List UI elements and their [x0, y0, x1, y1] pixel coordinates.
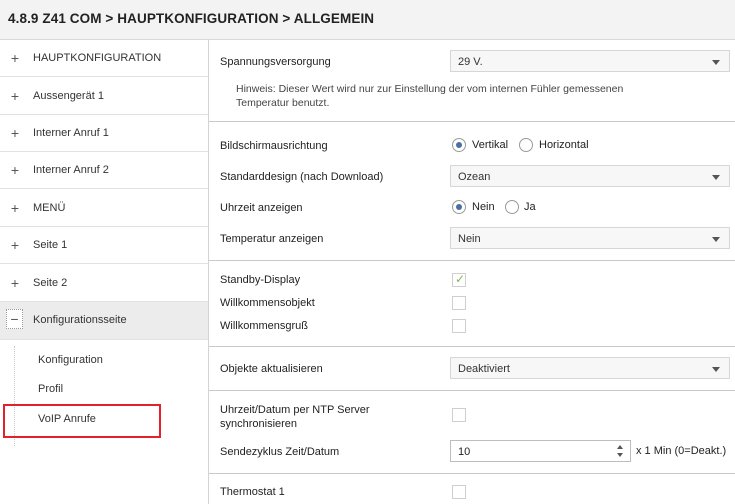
sendezyklus-stepper[interactable]: 10: [450, 440, 631, 462]
ausrichtung-label: Bildschirmausrichtung: [220, 140, 328, 152]
standby-label: Standby-Display: [220, 274, 301, 286]
sidebar-item-label: Seite 2: [33, 277, 68, 289]
title-bar: 4.8.9 Z41 COM > HAUPTKONFIGURATION > ALL…: [0, 0, 735, 40]
uhrzeit-radio-group: Nein Ja: [452, 200, 572, 216]
sidebar-item-konfigurationsseite[interactable]: − Konfigurationsseite: [0, 302, 208, 340]
sidebar-subitem-konfiguration[interactable]: Konfiguration: [38, 354, 103, 366]
sidebar-item-label: Konfigurationsseite: [33, 314, 127, 326]
ntp-checkbox[interactable]: [452, 408, 466, 422]
spannung-select[interactable]: 29 V.: [450, 50, 730, 72]
thermostat-label: Thermostat 1: [220, 486, 285, 498]
thermostat-checkbox[interactable]: [452, 485, 466, 499]
expand-icon[interactable]: +: [9, 88, 21, 104]
design-label: Standarddesign (nach Download): [220, 171, 384, 183]
expand-icon[interactable]: +: [9, 237, 21, 253]
chevron-down-icon: [712, 175, 720, 180]
sidebar-item-aussengeraet-1[interactable]: + Aussengerät 1: [0, 78, 208, 115]
temperatur-select[interactable]: Nein: [450, 227, 730, 249]
sidebar: + HAUPTKONFIGURATION + Aussengerät 1 + I…: [0, 40, 209, 504]
page-title: 4.8.9 Z41 COM > HAUPTKONFIGURATION > ALL…: [8, 11, 375, 26]
divider: [209, 346, 735, 347]
main-panel: Spannungsversorgung 29 V. Hinweis: Diese…: [209, 40, 735, 504]
sendezyklus-unit: x 1 Min (0=Deakt.): [636, 445, 727, 457]
expand-icon[interactable]: +: [9, 275, 21, 291]
willkommensobjekt-checkbox[interactable]: [452, 296, 466, 310]
sidebar-item-seite-2[interactable]: + Seite 2: [0, 265, 208, 302]
ntp-label-line2: synchronisieren: [220, 418, 298, 430]
divider: [209, 260, 735, 261]
radio-label: Nein: [472, 201, 495, 213]
expand-icon[interactable]: +: [9, 162, 21, 178]
sidebar-item-menue[interactable]: + MENÜ: [0, 190, 208, 227]
spannung-label: Spannungsversorgung: [220, 56, 331, 68]
sidebar-item-label: Interner Anruf 1: [33, 127, 109, 139]
expand-icon[interactable]: +: [9, 50, 21, 66]
sendezyklus-label: Sendezyklus Zeit/Datum: [220, 446, 340, 458]
radio-label: Horizontal: [539, 139, 589, 151]
radio-nein[interactable]: [452, 200, 466, 214]
check-icon: ✓: [455, 272, 466, 286]
sidebar-item-label: MENÜ: [33, 202, 66, 214]
sidebar-item-interner-anruf-2[interactable]: + Interner Anruf 2: [0, 152, 208, 189]
sidebar-item-label: Seite 1: [33, 239, 68, 251]
temperatur-label: Temperatur anzeigen: [220, 233, 324, 245]
ntp-label-line1: Uhrzeit/Datum per NTP Server: [220, 404, 370, 416]
divider: [209, 121, 735, 122]
collapse-icon[interactable]: −: [6, 309, 23, 329]
radio-ja[interactable]: [505, 200, 519, 214]
divider: [209, 390, 735, 391]
chevron-down-icon: [712, 237, 720, 242]
select-value: 29 V.: [458, 56, 483, 68]
highlight-box: [3, 404, 161, 438]
ausrichtung-radio-group: Vertikal Horizontal: [452, 138, 622, 154]
radio-label: Vertikal: [472, 139, 509, 151]
stepper-value: 10: [458, 446, 471, 458]
select-value: Ozean: [458, 171, 491, 183]
increment-icon[interactable]: [617, 445, 623, 449]
sidebar-item-label: HAUPTKONFIGURATION: [33, 52, 162, 64]
standby-checkbox[interactable]: ✓: [452, 272, 466, 287]
select-value: Nein: [458, 233, 481, 245]
sidebar-item-seite-1[interactable]: + Seite 1: [0, 227, 208, 264]
select-value: Deaktiviert: [458, 363, 510, 375]
divider: [209, 473, 735, 474]
hint-text: Hinweis: Dieser Wert wird nur zur Einste…: [236, 83, 624, 109]
objekte-select[interactable]: Deaktiviert: [450, 357, 730, 379]
sidebar-item-hauptkonfiguration[interactable]: + HAUPTKONFIGURATION: [0, 40, 208, 77]
radio-label: Ja: [524, 201, 536, 213]
sidebar-item-interner-anruf-1[interactable]: + Interner Anruf 1: [0, 115, 208, 152]
radio-vertikal[interactable]: [452, 138, 466, 152]
chevron-down-icon: [712, 367, 720, 372]
willkommensgruss-checkbox[interactable]: [452, 319, 466, 333]
sidebar-item-label: Aussengerät 1: [33, 90, 104, 102]
uhrzeit-label: Uhrzeit anzeigen: [220, 202, 303, 214]
objekte-label: Objekte aktualisieren: [220, 363, 323, 375]
expand-icon[interactable]: +: [9, 200, 21, 216]
decrement-icon[interactable]: [617, 453, 623, 457]
sidebar-subitem-profil[interactable]: Profil: [38, 383, 63, 395]
willkommensobjekt-label: Willkommensobjekt: [220, 297, 315, 309]
expand-icon[interactable]: +: [9, 125, 21, 141]
design-select[interactable]: Ozean: [450, 165, 730, 187]
radio-horizontal[interactable]: [519, 138, 533, 152]
willkommensgruss-label: Willkommensgruß: [220, 320, 309, 332]
sidebar-item-label: Interner Anruf 2: [33, 164, 109, 176]
chevron-down-icon: [712, 60, 720, 65]
